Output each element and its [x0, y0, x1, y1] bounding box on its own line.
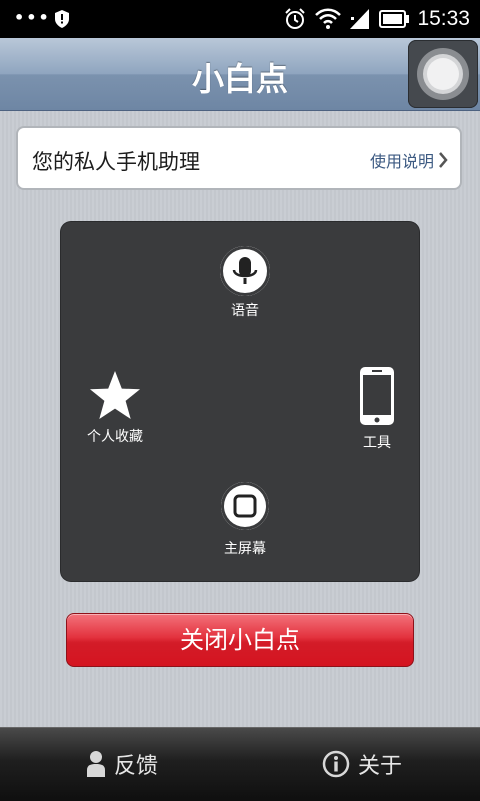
alarm-icon — [285, 8, 306, 29]
shield-icon — [55, 10, 69, 28]
status-bar: ••• 15:33 — [0, 0, 480, 38]
chevron-right-icon — [439, 152, 448, 168]
home-screen-item[interactable]: 主屏幕 — [210, 482, 280, 558]
feedback-label: 反馈 — [114, 754, 159, 779]
battery-icon — [379, 10, 410, 28]
assistive-touch-icon-core — [427, 58, 459, 90]
voice-label: 语音 — [231, 303, 259, 319]
assistant-info-card: 您的私人手机助理 使用说明 — [16, 126, 462, 190]
notification-dots: ••• — [14, 8, 51, 27]
phone-device-icon — [360, 367, 394, 425]
status-right-group: 15:33 — [283, 6, 470, 32]
assistive-menu-panel: 语音 个人收藏 工具 主屏幕 — [61, 222, 419, 581]
favorites-label: 个人收藏 — [87, 429, 143, 445]
about-label: 关于 — [358, 754, 403, 779]
voice-item[interactable]: 语音 — [215, 246, 275, 320]
about-button[interactable]: 关于 — [322, 746, 402, 782]
usage-instructions-label: 使用说明 — [369, 152, 434, 171]
close-assistive-button[interactable]: 关闭小白点 — [66, 613, 414, 667]
person-icon — [87, 751, 105, 777]
favorites-item[interactable]: 个人收藏 — [79, 368, 151, 446]
tools-label: 工具 — [363, 435, 391, 451]
info-icon — [322, 750, 350, 778]
signal-icon — [350, 9, 370, 29]
wifi-icon — [315, 8, 342, 29]
clock: 15:33 — [417, 7, 470, 30]
usage-instructions-link[interactable]: 使用说明 — [370, 148, 448, 172]
tools-item[interactable]: 工具 — [347, 366, 407, 452]
star-icon — [90, 371, 140, 419]
assistant-tagline: 您的私人手机助理 — [32, 150, 200, 174]
microphone-icon — [220, 246, 270, 296]
assistive-touch-button[interactable] — [408, 40, 478, 108]
feedback-button[interactable]: 反馈 — [86, 746, 158, 782]
home-screen-label: 主屏幕 — [224, 541, 266, 557]
bottom-bar: 反馈 关于 — [0, 727, 480, 801]
home-button-icon — [221, 482, 269, 530]
